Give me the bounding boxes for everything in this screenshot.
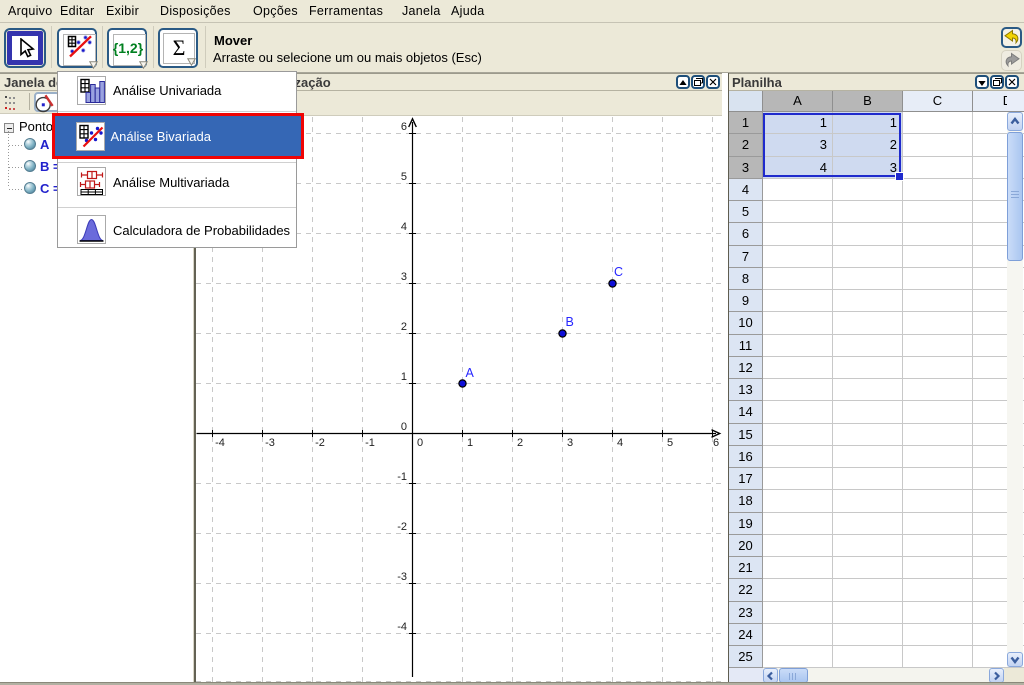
svg-text:1: 1 xyxy=(401,371,407,383)
svg-text:-2: -2 xyxy=(397,521,407,533)
svg-text:-3: -3 xyxy=(265,437,275,449)
svg-text:-2: -2 xyxy=(315,437,325,449)
svg-text:4: 4 xyxy=(617,437,623,449)
svg-text:0: 0 xyxy=(417,437,423,449)
svg-text:-3: -3 xyxy=(397,571,407,583)
svg-text:3: 3 xyxy=(401,271,407,283)
svg-text:3: 3 xyxy=(567,437,573,449)
svg-text:B: B xyxy=(566,315,574,329)
svg-text:-4: -4 xyxy=(215,437,225,449)
svg-text:A: A xyxy=(466,366,475,380)
svg-text:-1: -1 xyxy=(397,471,407,483)
svg-text:0: 0 xyxy=(401,421,407,433)
svg-text:5: 5 xyxy=(401,171,407,183)
svg-text:2: 2 xyxy=(401,321,407,333)
svg-text:C: C xyxy=(614,265,623,279)
svg-text:1: 1 xyxy=(467,437,473,449)
svg-text:-4: -4 xyxy=(397,621,407,633)
svg-text:2: 2 xyxy=(517,437,523,449)
svg-text:-1: -1 xyxy=(365,437,375,449)
svg-text:4: 4 xyxy=(401,221,407,233)
svg-text:5: 5 xyxy=(667,437,673,449)
svg-text:6: 6 xyxy=(401,121,407,133)
svg-text:6: 6 xyxy=(713,437,719,449)
